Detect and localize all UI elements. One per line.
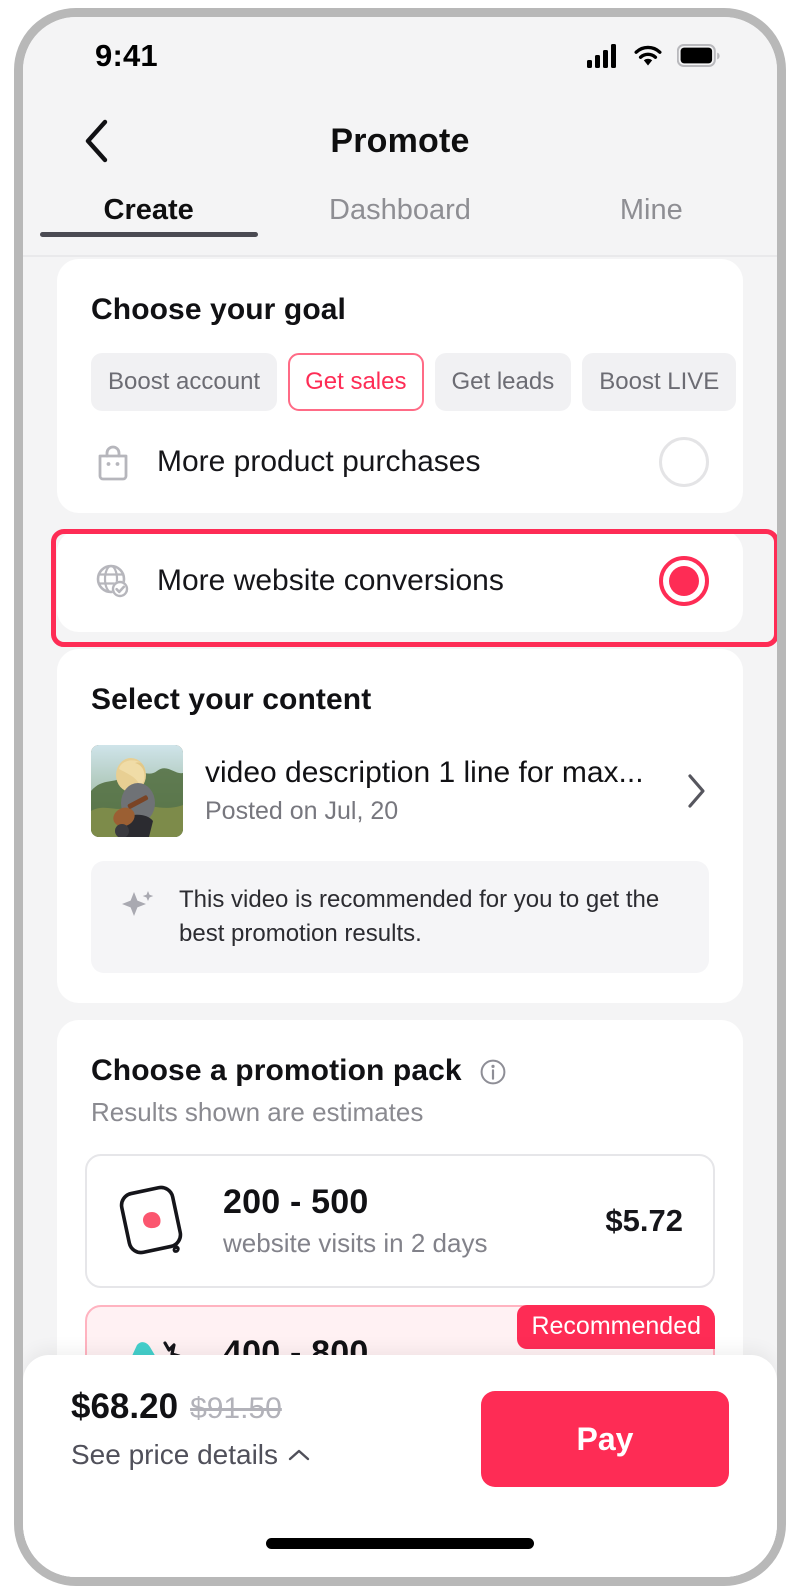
radio-product-purchases[interactable] <box>659 437 709 487</box>
phone-frame: 9:41 Promote Create Dashboard Mine Choos… <box>14 8 786 1586</box>
checkout-bar: $68.20 $91.50 See price details Pay <box>23 1355 777 1577</box>
video-thumbnail <box>91 745 183 837</box>
price-current: $68.20 <box>71 1387 179 1426</box>
back-button[interactable] <box>75 119 119 163</box>
chevron-right-icon[interactable] <box>685 772 709 810</box>
see-price-details-label: See price details <box>71 1439 279 1470</box>
pack-option-1[interactable]: 200 - 500 website visits in 2 days $5.72 <box>85 1154 715 1289</box>
status-time: 9:41 <box>95 38 158 73</box>
chip-boost-account[interactable]: Boost account <box>91 353 278 411</box>
chip-boost-live[interactable]: Boost LIVE <box>582 353 737 411</box>
sparkle-icon <box>115 883 161 929</box>
goal-section-title: Choose your goal <box>91 293 346 326</box>
tab-bar: Create Dashboard Mine <box>23 189 777 257</box>
pack-count: 200 - 500 <box>223 1183 369 1222</box>
status-icons <box>587 44 721 68</box>
pack-info: 200 - 500 website visits in 2 days <box>223 1183 585 1259</box>
chip-get-leads[interactable]: Get leads <box>434 353 572 411</box>
nav-bar: Promote <box>23 95 777 187</box>
video-recommendation-text: This video is recommended for you to get… <box>179 886 660 948</box>
goal-card: Choose your goal Boost account Get sales… <box>57 259 743 513</box>
chip-get-sales[interactable]: Get sales <box>288 353 424 411</box>
price-block: $68.20 $91.50 See price details <box>71 1387 311 1471</box>
shopping-bag-icon <box>91 440 135 484</box>
video-meta: video description 1 line for max... Post… <box>205 756 663 826</box>
pay-button[interactable]: Pay <box>481 1391 729 1487</box>
price-original: $91.50 <box>190 1392 282 1425</box>
battery-icon <box>677 44 721 68</box>
goal-option-label: More website conversions <box>157 564 504 597</box>
see-price-details-button[interactable]: See price details <box>71 1439 311 1471</box>
video-title: video description 1 line for max... <box>205 756 644 789</box>
price-line: $68.20 $91.50 <box>71 1387 311 1427</box>
globe-check-icon <box>91 559 135 603</box>
content-card: Select your content video description 1 … <box>57 649 743 1004</box>
cellular-signal-icon <box>587 44 619 68</box>
goal-option-website-conversions[interactable]: More website conversions <box>57 530 743 632</box>
pack-section-title-row: Choose a promotion pack <box>57 1054 743 1088</box>
goal-chip-row: Boost account Get sales Get leads Boost … <box>57 327 743 411</box>
goal-option-product-purchases[interactable]: More product purchases <box>57 411 743 513</box>
video-recommendation-banner: This video is recommended for you to get… <box>91 861 709 974</box>
goal-card-website-conversions: More website conversions <box>57 530 743 632</box>
tab-dashboard[interactable]: Dashboard <box>274 189 525 227</box>
chevron-left-icon <box>82 118 112 164</box>
recommended-badge: Recommended <box>517 1305 715 1350</box>
status-bar: 9:41 <box>23 17 777 95</box>
selected-video-row[interactable]: video description 1 line for max... Post… <box>57 717 743 837</box>
pack-section-title: Choose a promotion pack <box>91 1054 462 1088</box>
home-indicator <box>266 1538 534 1549</box>
tab-create[interactable]: Create <box>23 189 274 227</box>
wifi-icon <box>632 44 664 68</box>
goal-option-label: More product purchases <box>157 445 481 478</box>
screenshot-root: 9:41 Promote Create Dashboard Mine Choos… <box>0 0 800 1593</box>
video-card-icon <box>111 1180 203 1262</box>
pack-price: $5.72 <box>605 1203 683 1239</box>
pack-subtitle: Results shown are estimates <box>91 1097 424 1128</box>
radio-website-conversions[interactable] <box>659 556 709 606</box>
phone-screen: 9:41 Promote Create Dashboard Mine Choos… <box>23 17 777 1577</box>
chevron-up-icon <box>287 1447 311 1463</box>
info-icon[interactable] <box>479 1058 507 1086</box>
video-posted-date: Posted on Jul, 20 <box>205 797 399 825</box>
page-title: Promote <box>330 121 470 160</box>
content-section-title: Select your content <box>91 683 372 716</box>
tab-mine[interactable]: Mine <box>526 189 777 227</box>
pack-description: website visits in 2 days <box>223 1228 488 1259</box>
